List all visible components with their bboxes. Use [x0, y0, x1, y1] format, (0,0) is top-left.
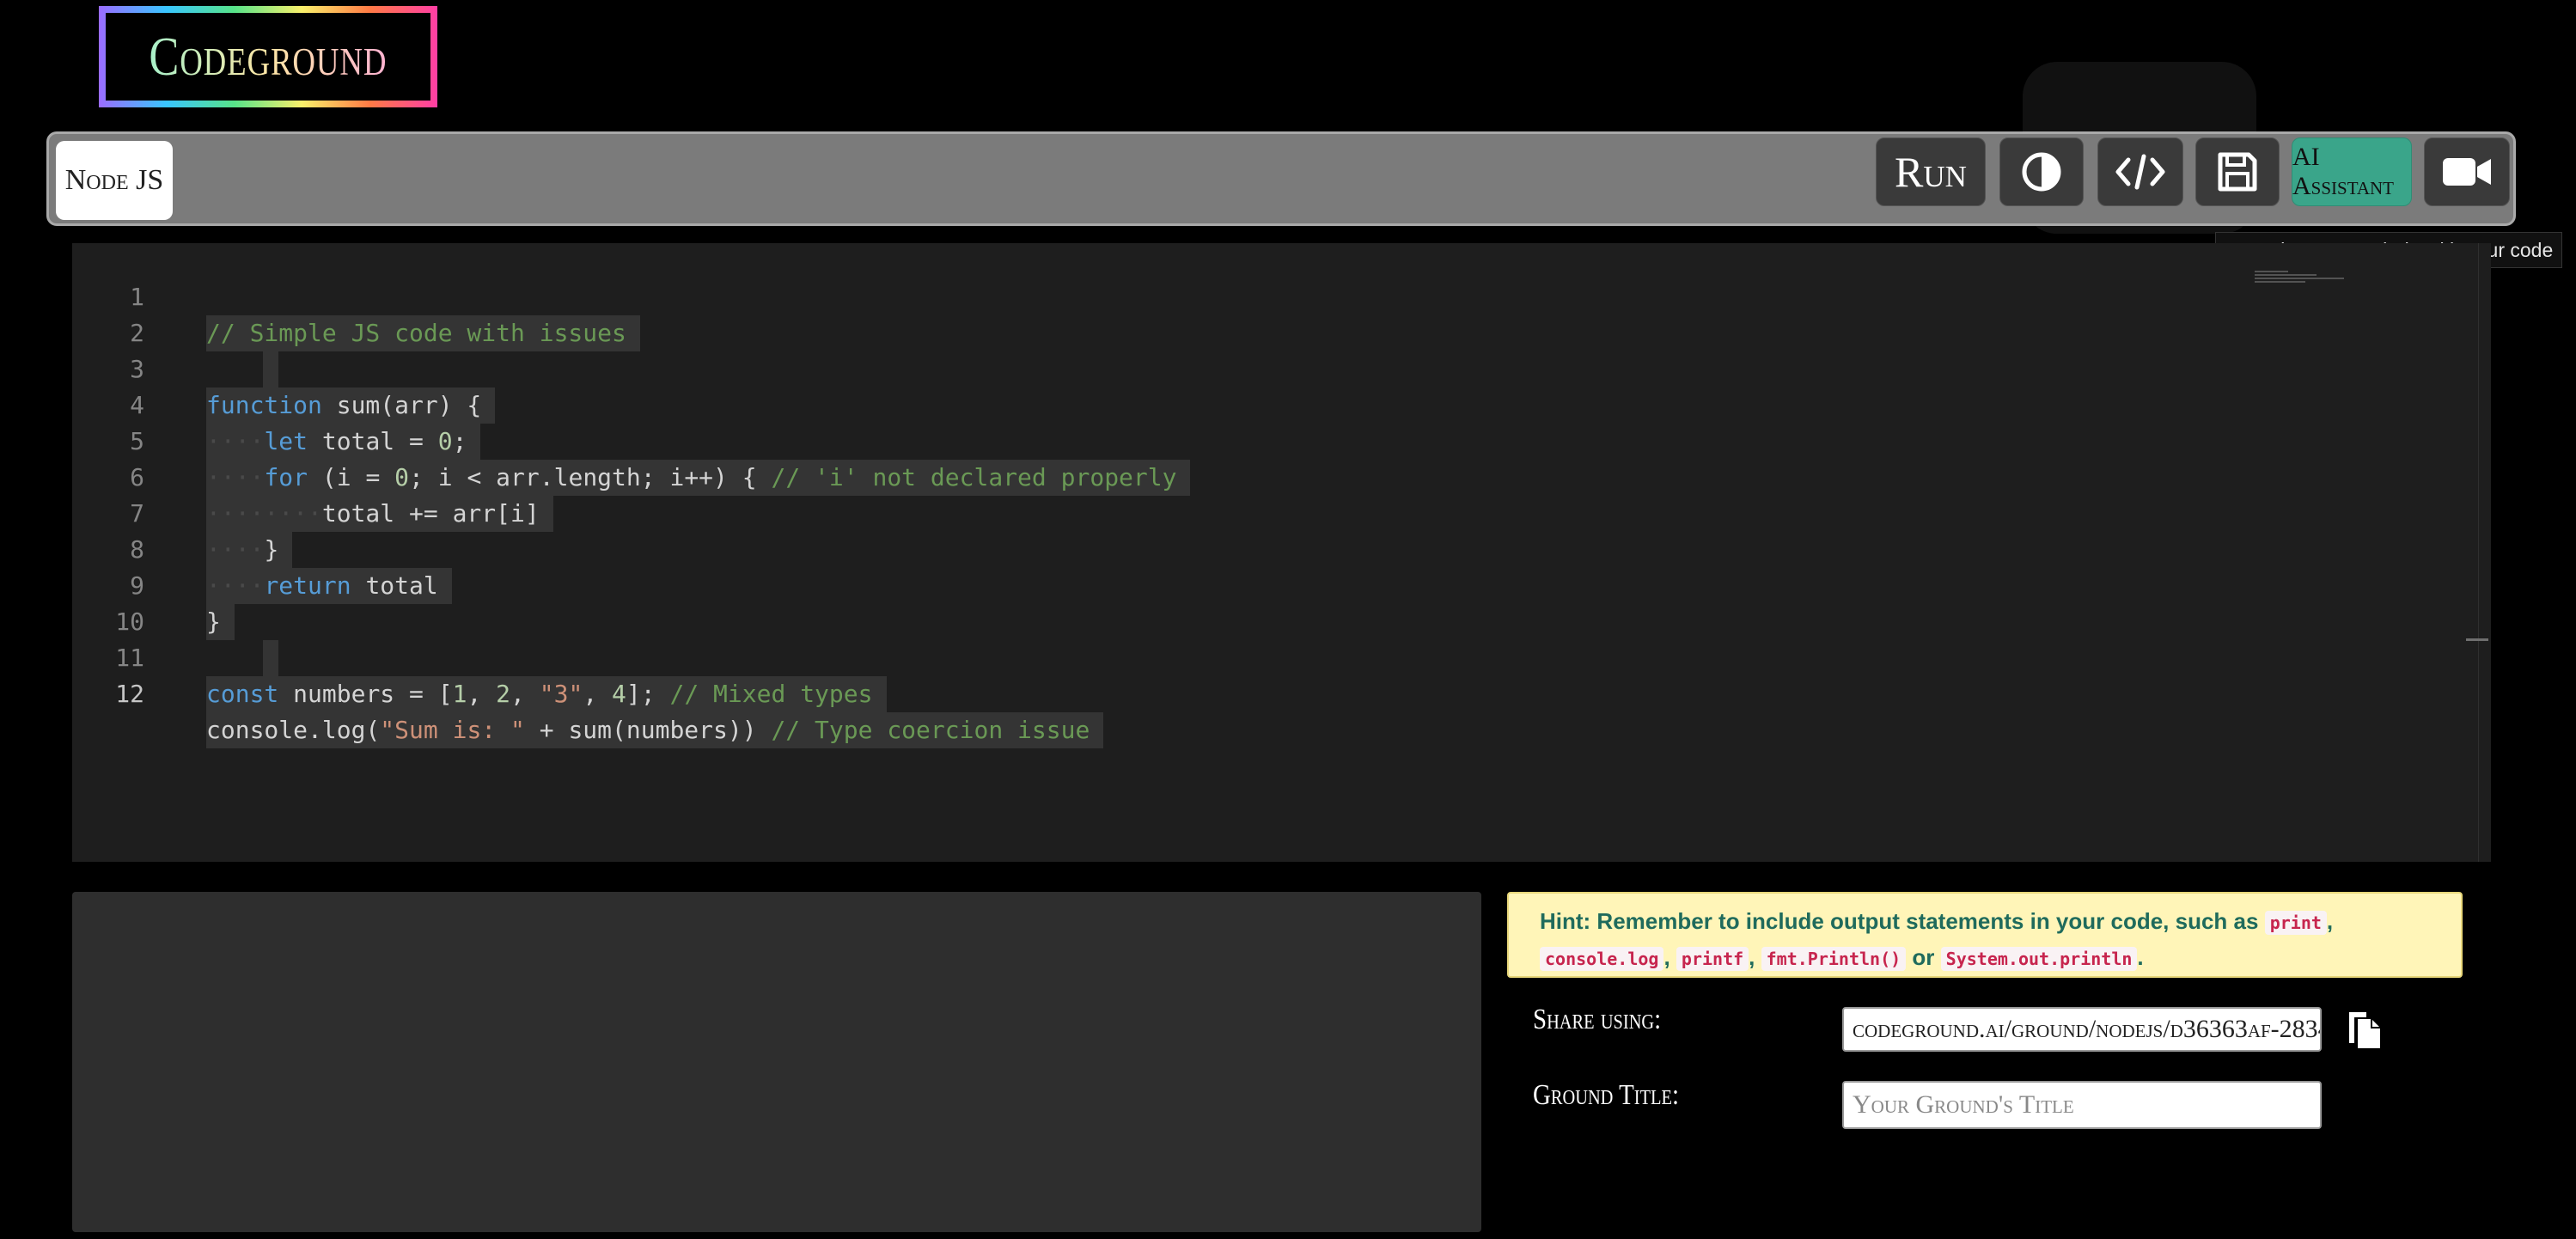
code-text: }: [264, 535, 279, 564]
record-video-button[interactable]: [2424, 137, 2510, 206]
code-string: "3": [539, 680, 583, 708]
code-text: total += arr[i]: [321, 499, 540, 528]
code-line: ····return total: [206, 568, 452, 604]
video-camera-icon: [2441, 155, 2493, 189]
code-comment: // Mixed types: [669, 680, 873, 708]
code-text: numbers = [: [278, 680, 453, 708]
hint-code-printf: printf: [1676, 947, 1749, 971]
app-logo[interactable]: Codeground: [99, 6, 437, 107]
editor-line: 7 ····}: [72, 460, 293, 568]
hint-separator: ,: [1663, 944, 1670, 970]
code-text: ];: [626, 680, 670, 708]
code-line-blank: [263, 351, 278, 388]
hint-code-fmt-println: fmt.Println(): [1761, 947, 1907, 971]
editor-line: 1 // Simple JS code with issues: [72, 243, 640, 351]
code-line: ····}: [206, 532, 293, 568]
code-keyword: for: [264, 463, 308, 491]
code-keyword: return: [264, 571, 351, 600]
code-indent: ····: [206, 535, 265, 564]
editor-line-active: 12 console.log("Sum is: " + sum(numbers)…: [72, 640, 1104, 748]
code-line: console.log("Sum is: " + sum(numbers)) /…: [206, 712, 1104, 748]
code-text: ,: [583, 680, 613, 708]
code-indent: ····: [206, 463, 265, 491]
hint-code-print: print: [2264, 911, 2327, 935]
editor-line: 8 ····return total: [72, 496, 452, 604]
code-text: sum(arr) {: [321, 391, 482, 419]
hint-code-console-log: console.log: [1540, 947, 1664, 971]
code-number: 4: [612, 680, 626, 708]
copy-icon: [2346, 1012, 2384, 1053]
code-comment: // Simple JS code with issues: [206, 319, 626, 347]
code-line: }: [206, 604, 235, 640]
code-indent: ····: [206, 571, 265, 600]
code-line: // Simple JS code with issues: [206, 315, 640, 351]
code-icon: [2115, 153, 2166, 191]
code-editor[interactable]: 1 // Simple JS code with issues 2 3 func…: [72, 243, 2491, 862]
code-text: total =: [308, 427, 438, 455]
scrollbar-cursor-marker: [2466, 638, 2488, 641]
code-text: total: [351, 571, 438, 600]
ground-title-field[interactable]: Your Ground's Title: [1842, 1081, 2322, 1129]
editor-line: 11 const numbers = [1, 2, "3", 4]; // Mi…: [72, 604, 887, 712]
contrast-icon: [2020, 150, 2063, 193]
editor-line: 4 ····let total = 0;: [72, 351, 481, 460]
hint-banner: Hint: Remember to include output stateme…: [1507, 892, 2463, 978]
hint-or: or: [1912, 944, 1935, 970]
code-text: console.log(: [206, 716, 381, 744]
output-panel: [72, 892, 1481, 1232]
save-button[interactable]: [2195, 137, 2280, 206]
code-text: ,: [467, 680, 497, 708]
code-text: ;: [452, 427, 467, 455]
code-text: (i =: [308, 463, 395, 491]
hint-end: .: [2137, 944, 2144, 970]
code-line: ········total += arr[i]: [206, 496, 553, 532]
copy-link-button[interactable]: [2346, 1009, 2384, 1050]
hint-text: Hint: Remember to include output stateme…: [1540, 908, 2259, 934]
code-string: "Sum is: ": [380, 716, 525, 744]
code-number: 0: [394, 463, 410, 491]
editor-scrollbar[interactable]: [2478, 243, 2491, 862]
code-number: 2: [496, 680, 511, 708]
code-keyword: function: [206, 391, 322, 419]
minimap-preview: [2255, 269, 2366, 303]
code-line-blank: [263, 640, 278, 676]
app-logo-text: Codeground: [149, 26, 388, 87]
hint-separator: ,: [2326, 908, 2334, 934]
save-icon: [2216, 150, 2259, 193]
run-button[interactable]: Run: [1876, 137, 1986, 206]
code-line: function sum(arr) {: [206, 388, 496, 424]
code-text: }: [206, 607, 221, 636]
editor-line: 5 ····for (i = 0; i < arr.length; i++) {…: [72, 388, 1191, 496]
code-indent: ········: [206, 499, 322, 528]
code-number: 0: [437, 427, 453, 455]
hint-code-system-out-println: System.out.println: [1940, 947, 2138, 971]
code-keyword: const: [206, 680, 279, 708]
share-url-field[interactable]: codeground.ai/ground/nodejs/d36363af-283…: [1842, 1007, 2322, 1052]
code-indent: ····: [206, 427, 265, 455]
share-label: Share using:: [1533, 1004, 1662, 1035]
code-comment: // 'i' not declared properly: [771, 463, 1177, 491]
editor-line: 9 }: [72, 532, 235, 640]
theme-toggle-button[interactable]: [1999, 137, 2084, 206]
code-line: const numbers = [1, 2, "3", 4]; // Mixed…: [206, 676, 887, 712]
code-text: + sum(numbers)): [524, 716, 772, 744]
ai-assistant-button[interactable]: AI Assistant: [2292, 137, 2412, 206]
editor-line: 2: [72, 279, 278, 388]
tab-language-nodejs[interactable]: Node JS: [56, 141, 173, 220]
toolbar: Node JS Run AI Assistant: [46, 131, 2516, 226]
code-line: ····let total = 0;: [206, 424, 481, 460]
editor-line: 3 function sum(arr) {: [72, 315, 496, 424]
code-comment: // Type coercion issue: [771, 716, 1090, 744]
embed-code-button[interactable]: [2097, 137, 2183, 206]
hint-separator: ,: [1749, 944, 1755, 970]
code-text: ,: [510, 680, 540, 708]
code-number: 1: [452, 680, 467, 708]
editor-line: 6 ········total += arr[i]: [72, 424, 553, 532]
code-text: ; i < arr.length; i++) {: [409, 463, 772, 491]
line-number: 12: [115, 680, 144, 708]
code-line: ····for (i = 0; i < arr.length; i++) { /…: [206, 460, 1191, 496]
ground-title-label: Ground Title:: [1533, 1079, 1679, 1111]
code-keyword: let: [264, 427, 308, 455]
editor-line: 10: [72, 568, 278, 676]
